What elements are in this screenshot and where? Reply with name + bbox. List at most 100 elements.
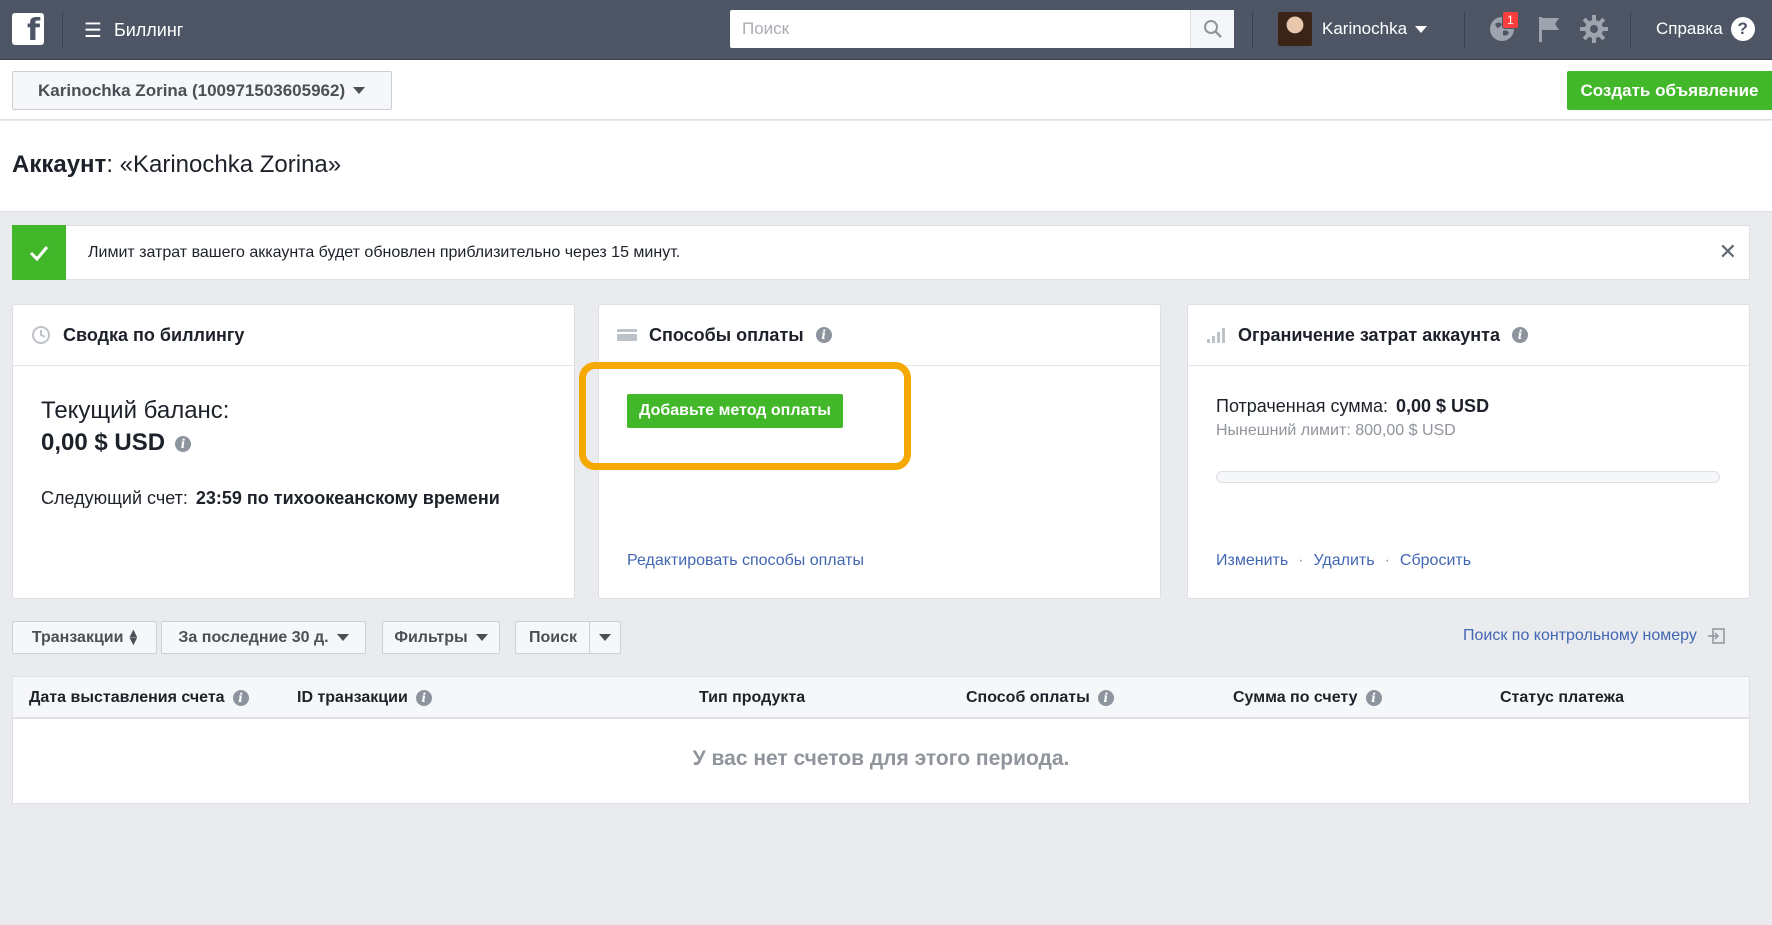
search-button[interactable] (1190, 10, 1234, 48)
limit-actions: Изменить · Удалить · Сбросить (1216, 552, 1471, 570)
avatar (1278, 12, 1312, 46)
user-menu[interactable]: Karinochka (1278, 12, 1428, 46)
credit-card-icon (617, 327, 637, 343)
next-bill-value: 23:59 по тихоокеанскому времени (195, 488, 500, 508)
alert-message: Лимит затрат вашего аккаунта будет обнов… (88, 243, 681, 261)
section-title: Биллинг (113, 19, 184, 40)
info-icon[interactable]: i (815, 327, 832, 343)
sort-arrows-icon: ▲ ▼ (129, 627, 138, 647)
spend-limit-card: Ограничение затрат аккаунта i Потраченна… (1187, 304, 1750, 599)
separator-dot: · (1298, 552, 1304, 569)
payment-methods-card: Способы оплаты i Добавьте метод оплаты Р… (598, 304, 1161, 599)
info-icon[interactable]: i (232, 690, 249, 706)
card-title: Способы оплаты (649, 324, 804, 345)
card-title: Сводка по биллингу (63, 324, 245, 345)
column-header-transaction-id[interactable]: ID транзакции i (297, 689, 432, 707)
divider (62, 12, 63, 48)
checkmark-icon (12, 225, 66, 280)
account-bar: Karinochka Zorina (100971503605962) Созд… (0, 60, 1772, 120)
export-icon (1707, 628, 1725, 644)
remove-limit-link[interactable]: Удалить (1314, 552, 1375, 570)
spent-value: 0,00 $ USD (1396, 396, 1490, 416)
create-ad-button[interactable]: Создать объявление (1567, 71, 1772, 110)
info-icon[interactable]: i (415, 690, 432, 706)
chevron-down-icon (336, 634, 349, 641)
period-dropdown[interactable]: За последние 30 д. (161, 621, 366, 654)
table-header: Дата выставления счета i ID транзакции i Т… (13, 677, 1749, 719)
column-label: Способ оплаты (966, 689, 1090, 706)
separator-dot: · (1384, 552, 1390, 569)
column-label: Сумма по счету (1233, 689, 1358, 706)
chevron-down-icon (475, 634, 488, 641)
flag-icon (1539, 17, 1559, 42)
empty-state-message: У вас нет счетов для этого периода. (692, 747, 1070, 770)
filters-dropdown[interactable]: Фильтры (382, 621, 500, 654)
filters-label: Фильтры (394, 628, 468, 646)
billing-menu-button[interactable]: ☰ Биллинг (84, 16, 183, 44)
change-limit-link[interactable]: Изменить (1216, 552, 1288, 570)
search-icon (1203, 20, 1222, 38)
card-header: Сводка по биллингу (13, 305, 574, 366)
divider (1464, 12, 1465, 48)
column-header-payment-status[interactable]: Статус платежа (1500, 689, 1624, 707)
facebook-logo-icon[interactable]: f (12, 13, 44, 45)
help-label: Справка (1656, 19, 1723, 38)
reset-limit-link[interactable]: Сбросить (1400, 552, 1471, 570)
chevron-down-icon (599, 634, 611, 641)
billing-summary-card: Сводка по биллингу Текущий баланс: 0,00 … (12, 304, 575, 599)
divider (1252, 12, 1253, 48)
balance-label: Текущий баланс: (41, 397, 230, 424)
chevron-down-icon (1415, 25, 1428, 33)
page-title-account: : «Karinochka Zorina» (106, 151, 342, 178)
question-icon: ? (1730, 17, 1755, 41)
add-payment-method-button[interactable]: Добавьте метод оплаты (627, 394, 843, 428)
hamburger-menu-icon: ☰ (84, 18, 102, 42)
search-by-number-link[interactable]: Поиск по контрольному номеру (1463, 627, 1725, 645)
clock-icon (31, 325, 51, 345)
gear-icon (1580, 15, 1608, 43)
info-icon[interactable]: i (1097, 690, 1114, 706)
card-header: Ограничение затрат аккаунта i (1188, 305, 1749, 366)
edit-payment-methods-link[interactable]: Редактировать способы оплаты (627, 552, 864, 570)
success-alert: Лимит затрат вашего аккаунта будет обнов… (12, 225, 1750, 280)
settings-button[interactable] (1578, 13, 1610, 45)
page-header: Аккаунт: «Karinochka Zorina» (0, 121, 1772, 212)
column-label: ID транзакции (297, 689, 408, 706)
current-limit: Нынешний лимит: 800,00 $ USD (1216, 422, 1456, 439)
bar-chart-icon (1206, 327, 1226, 343)
next-bill: Следующий счет: 23:59 по тихоокеанскому в… (41, 485, 541, 511)
top-navigation-bar: f ☰ Биллинг Karinochka 1 Справка ? (0, 0, 1772, 60)
search-by-number-label: Поиск по контрольному номеру (1463, 627, 1697, 644)
page-title: Аккаунт: «Karinochka Zorina» (12, 151, 341, 179)
transactions-dropdown[interactable]: Транзакции ▲ ▼ (12, 621, 157, 654)
transactions-label: Транзакции (31, 628, 124, 646)
notifications-button[interactable]: 1 (1486, 11, 1519, 45)
page-title-prefix: Аккаунт (12, 151, 107, 178)
search-bar (730, 10, 1234, 48)
user-name: Karinochka (1322, 19, 1408, 38)
info-icon[interactable]: i (1511, 327, 1528, 343)
column-header-invoice-date[interactable]: Дата выставления счета i (29, 689, 249, 707)
search-options-dropdown[interactable] (589, 621, 621, 654)
flag-button[interactable] (1533, 13, 1565, 45)
divider (1630, 12, 1631, 48)
column-header-product-type[interactable]: Тип продукта (699, 689, 805, 707)
column-header-amount[interactable]: Сумма по счету i (1233, 689, 1382, 707)
invoices-table: Дата выставления счета i ID транзакции i Т… (12, 676, 1750, 804)
column-header-payment-method[interactable]: Способ оплаты i (966, 689, 1114, 707)
chevron-down-icon (353, 87, 366, 94)
next-bill-label: Следующий счет: (41, 488, 188, 508)
column-label: Тип продукта (699, 689, 806, 706)
spent-row: Потраченная сумма: 0,00 $ USD (1216, 396, 1489, 417)
notification-count-badge: 1 (1502, 11, 1519, 29)
account-selector-dropdown[interactable]: Karinochka Zorina (100971503605962) (12, 71, 392, 110)
info-icon[interactable]: i (175, 435, 192, 452)
search-input[interactable] (730, 10, 1190, 48)
balance-value-row: 0,00 $ USD i (41, 429, 192, 457)
close-icon[interactable]: ✕ (1719, 240, 1737, 265)
info-icon[interactable]: i (1365, 690, 1382, 706)
help-link[interactable]: Справка ? (1656, 17, 1755, 41)
card-title: Ограничение затрат аккаунта (1238, 324, 1500, 345)
spent-label: Потраченная сумма: (1216, 396, 1389, 416)
search-filter-button[interactable]: Поиск (515, 621, 591, 654)
